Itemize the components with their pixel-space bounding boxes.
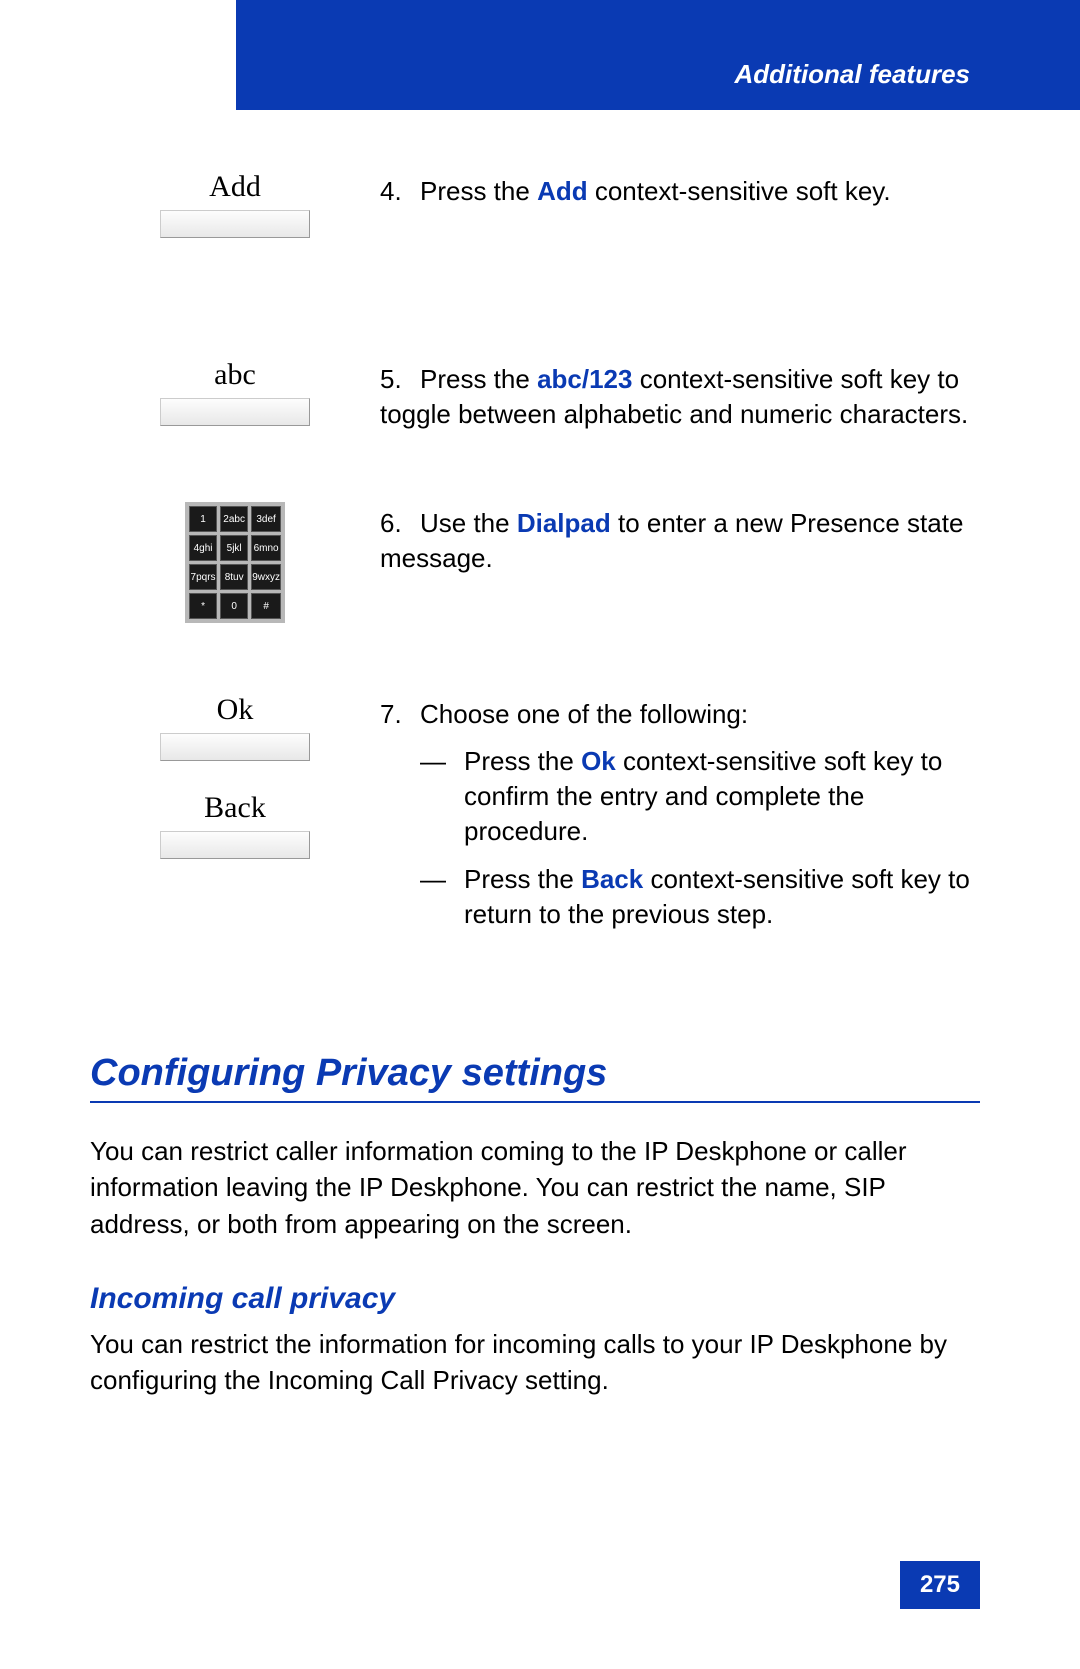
keyword-dialpad: Dialpad [517, 508, 611, 538]
dialpad-key-7[interactable]: 7pqrs [189, 564, 217, 590]
dialpad-key-hash[interactable]: # [251, 593, 281, 619]
softkey-ok-back-group: Ok Back [90, 693, 380, 859]
sub-heading-incoming: Incoming call privacy [90, 1282, 980, 1316]
step-4-text: 4.Press the Add context-sensitive soft k… [380, 170, 980, 209]
header-bar: Additional features [236, 0, 1080, 110]
dialpad-group: 1 2abc 3def 4ghi 5jkl 6mno 7pqrs 8tuv 9w… [90, 502, 380, 623]
step-6-text: 6.Use the Dialpad to enter a new Presenc… [380, 502, 980, 576]
dialpad-key-6[interactable]: 6mno [251, 535, 281, 561]
step-7-option-b: — Press the Back context-sensitive soft … [420, 862, 980, 932]
keyword-add: Add [537, 176, 588, 206]
step-number: 6. [380, 506, 420, 541]
softkey-ok-button[interactable] [160, 733, 310, 761]
softkey-abc-button[interactable] [160, 398, 310, 426]
dialpad-key-star[interactable]: * [189, 593, 217, 619]
step-5: abc 5.Press the abc/123 context-sensitiv… [90, 358, 980, 432]
page-number: 275 [900, 1561, 980, 1609]
step-4: Add 4.Press the Add context-sensitive so… [90, 170, 980, 238]
step-text: Use the Dialpad to enter a new Presence … [380, 508, 963, 573]
step-text: Press the abc/123 context-sensitive soft… [380, 364, 968, 429]
softkey-add-label: Add [209, 170, 261, 204]
dialpad-key-4[interactable]: 4ghi [189, 535, 217, 561]
step-text: Press the Add context-sensitive soft key… [420, 176, 891, 206]
dialpad-key-9[interactable]: 9wxyz [251, 564, 281, 590]
step-7-text: 7.Choose one of the following: — Press t… [380, 693, 980, 932]
dialpad-key-2[interactable]: 2abc [220, 506, 248, 532]
dash-icon: — [420, 862, 464, 932]
dialpad-key-5[interactable]: 5jkl [220, 535, 248, 561]
softkey-abc-group: abc [90, 358, 380, 426]
header-title: Additional features [735, 59, 970, 90]
dialpad-icon: 1 2abc 3def 4ghi 5jkl 6mno 7pqrs 8tuv 9w… [185, 502, 285, 623]
privacy-paragraph: You can restrict caller information comi… [90, 1133, 980, 1242]
option-a-text: Press the Ok context-sensitive soft key … [464, 744, 980, 849]
softkey-ok-label: Ok [217, 693, 254, 727]
dialpad-key-0[interactable]: 0 [220, 593, 248, 619]
step-6: 1 2abc 3def 4ghi 5jkl 6mno 7pqrs 8tuv 9w… [90, 502, 980, 623]
softkey-back-button[interactable] [160, 831, 310, 859]
page-content: Add 4.Press the Add context-sensitive so… [90, 170, 980, 1439]
step-number: 4. [380, 174, 420, 209]
softkey-abc-label: abc [214, 358, 256, 392]
incoming-paragraph: You can restrict the information for inc… [90, 1326, 980, 1399]
softkey-add-group: Add [90, 170, 380, 238]
step-number: 5. [380, 362, 420, 397]
keyword-back: Back [581, 864, 643, 894]
dialpad-key-3[interactable]: 3def [251, 506, 281, 532]
step-intro: Choose one of the following: [420, 699, 748, 729]
dialpad-key-8[interactable]: 8tuv [220, 564, 248, 590]
step-7-option-a: — Press the Ok context-sensitive soft ke… [420, 744, 980, 849]
section-heading-privacy: Configuring Privacy settings [90, 1052, 980, 1103]
softkey-back-label: Back [204, 791, 266, 825]
dash-icon: — [420, 744, 464, 849]
step-7: Ok Back 7.Choose one of the following: —… [90, 693, 980, 932]
step-5-text: 5.Press the abc/123 context-sensitive so… [380, 358, 980, 432]
softkey-add-button[interactable] [160, 210, 310, 238]
keyword-ok: Ok [581, 746, 616, 776]
keyword-abc123: abc/123 [537, 364, 632, 394]
dialpad-key-1[interactable]: 1 [189, 506, 217, 532]
step-number: 7. [380, 697, 420, 732]
option-b-text: Press the Back context-sensitive soft ke… [464, 862, 980, 932]
